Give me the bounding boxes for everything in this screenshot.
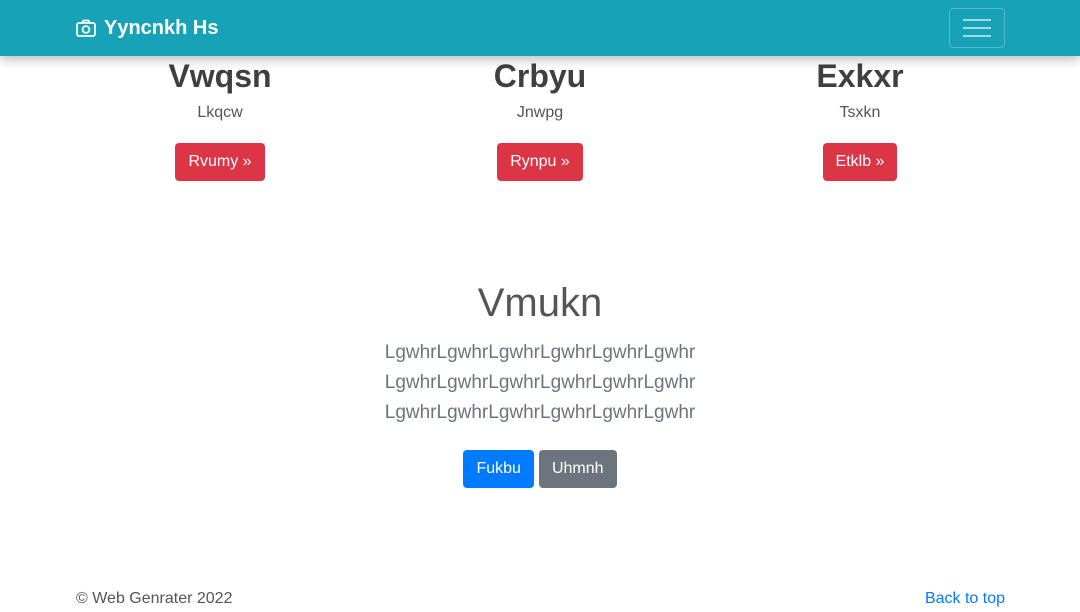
hero-section: Vmukn LgwhrLgwhrLgwhrLgwhrLgwhrLgwhr Lgw… bbox=[0, 280, 1080, 488]
feature-title: Vwqsn bbox=[168, 58, 272, 94]
hamburger-line bbox=[963, 27, 991, 29]
feature-text: Jnwpg bbox=[516, 104, 564, 121]
hamburger-menu-icon bbox=[963, 19, 991, 21]
hero-lead-line: LgwhrLgwhrLgwhrLgwhrLgwhrLgwhr bbox=[384, 402, 696, 423]
hero-buttons: Fukbu Uhmnh bbox=[0, 450, 1080, 488]
feature-column-3: Exkxr Tsxkn Etklb » bbox=[700, 56, 1020, 181]
hero-title: Vmukn bbox=[477, 281, 603, 325]
back-to-top-link[interactable]: Back to top bbox=[925, 590, 1005, 608]
feature-button-3[interactable]: Etklb » bbox=[822, 143, 898, 181]
footer-copyright: © Web Genrater 2022 bbox=[76, 590, 233, 607]
navbar: Yyncnkh Hs bbox=[0, 0, 1080, 56]
feature-column-2: Crbyu Jnwpg Rynpu » bbox=[380, 56, 700, 181]
brand-name: Yyncnkh Hs bbox=[104, 16, 219, 39]
feature-button-2[interactable]: Rynpu » bbox=[497, 143, 583, 181]
feature-button-1[interactable]: Rvumy » bbox=[175, 143, 265, 181]
brand-link[interactable]: Yyncnkh Hs bbox=[76, 15, 218, 41]
hero-lead: LgwhrLgwhrLgwhrLgwhrLgwhrLgwhr LgwhrLgwh… bbox=[0, 338, 1080, 428]
primary-button[interactable]: Fukbu bbox=[463, 450, 534, 488]
feature-title: Crbyu bbox=[493, 58, 587, 94]
hero-lead-line: LgwhrLgwhrLgwhrLgwhrLgwhrLgwhr bbox=[384, 342, 696, 363]
secondary-button[interactable]: Uhmnh bbox=[538, 450, 617, 488]
navbar-toggler-button[interactable] bbox=[949, 8, 1005, 48]
hamburger-line bbox=[963, 35, 991, 37]
hero-lead-line: LgwhrLgwhrLgwhrLgwhrLgwhrLgwhr bbox=[384, 372, 696, 393]
camera-icon bbox=[76, 19, 96, 37]
feature-text: Tsxkn bbox=[839, 104, 881, 121]
feature-text: Lkqcw bbox=[197, 104, 243, 121]
feature-column-1: Vwqsn Lkqcw Rvumy » bbox=[60, 56, 380, 181]
feature-title: Exkxr bbox=[816, 58, 904, 94]
